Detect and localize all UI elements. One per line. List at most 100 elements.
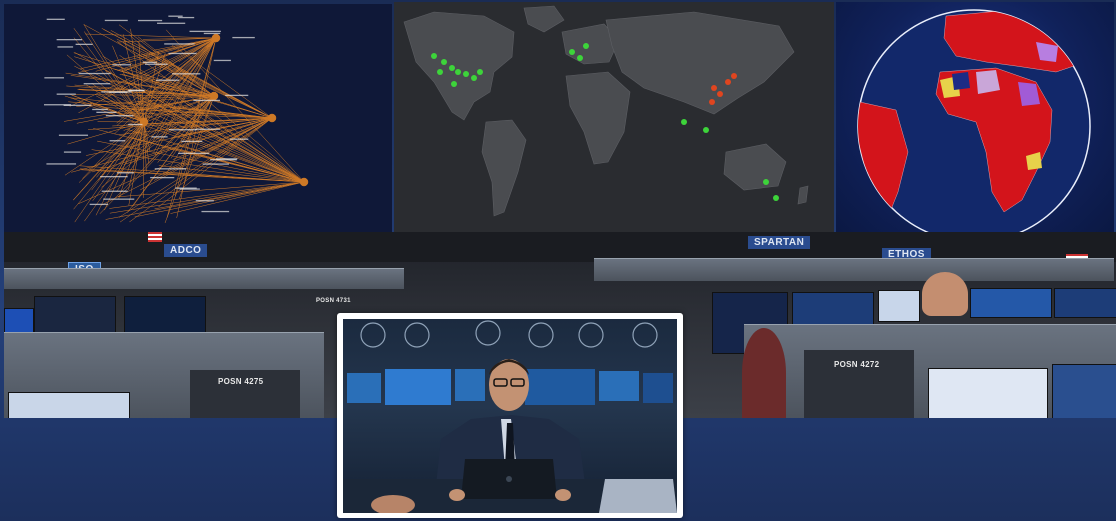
map-point xyxy=(437,69,443,75)
graph-node-label xyxy=(101,190,128,192)
map-point xyxy=(577,55,583,61)
graph-node-label xyxy=(203,32,221,35)
graph-node-label xyxy=(189,30,221,33)
graph-node-label xyxy=(181,140,203,143)
monitor xyxy=(124,296,206,334)
graph-edge xyxy=(170,181,305,214)
monitor xyxy=(970,288,1052,318)
north-africa-lilac xyxy=(976,70,1000,94)
graph-node-label xyxy=(89,203,109,206)
monitor xyxy=(34,296,116,334)
graph-node-label xyxy=(151,136,168,138)
graph-edge xyxy=(73,121,145,201)
graph-node-label xyxy=(177,16,195,19)
asia-shape xyxy=(605,11,795,115)
graph-node-label xyxy=(75,43,93,45)
west-africa-blue xyxy=(952,72,970,90)
monitor xyxy=(1054,288,1116,318)
graph-node-label xyxy=(100,175,128,178)
adco-sign: ADCO xyxy=(164,244,208,257)
graph-node-label xyxy=(44,104,72,106)
north-america-shape xyxy=(403,11,515,121)
graph-node-label xyxy=(142,61,157,64)
flag-icon xyxy=(148,232,162,242)
africa-shape xyxy=(565,71,631,165)
map-point xyxy=(451,81,457,87)
graph-node-label xyxy=(210,159,237,161)
map-point xyxy=(431,53,437,59)
graph-node-label xyxy=(195,200,214,202)
graph-node-label xyxy=(157,22,186,24)
graph-node-label xyxy=(46,18,65,20)
graph-node-label xyxy=(154,168,187,170)
map-point xyxy=(773,195,779,201)
map-point xyxy=(681,119,687,125)
graph-hub-node xyxy=(209,91,219,101)
graph-node-label xyxy=(193,99,220,102)
graph-hub-node xyxy=(267,113,277,123)
graph-node-label xyxy=(172,73,201,75)
graph-node-label xyxy=(56,93,76,95)
map-point xyxy=(717,91,723,97)
map-point xyxy=(703,127,709,133)
graph-hub-node xyxy=(211,33,221,43)
greenland-shape xyxy=(523,5,565,33)
graph-edge xyxy=(119,117,273,223)
south-america-shape xyxy=(481,119,527,217)
graph-node-label xyxy=(108,91,128,93)
map-point xyxy=(455,69,461,75)
console-row-back-left xyxy=(4,268,404,289)
graph-node-label xyxy=(201,210,230,213)
graph-node-label xyxy=(179,188,200,190)
graph-node-label xyxy=(112,64,131,66)
map-point xyxy=(711,85,717,91)
graph-node-label xyxy=(168,15,183,17)
map-point xyxy=(463,71,469,77)
graph-node-label xyxy=(169,129,197,131)
graph-edge xyxy=(132,66,305,183)
graph-node-label xyxy=(109,140,126,142)
world-map-panel xyxy=(394,2,834,234)
graph-node-label xyxy=(156,79,180,81)
map-point xyxy=(731,73,737,79)
graph-node-label xyxy=(195,128,220,130)
globe-panel xyxy=(836,2,1114,246)
executive-scene xyxy=(343,320,677,513)
graph-hub-node xyxy=(299,177,309,187)
person-head xyxy=(922,272,968,316)
monitor xyxy=(8,392,130,418)
monitor xyxy=(928,368,1048,418)
graph-node-label xyxy=(56,38,83,41)
executive-photo xyxy=(343,319,677,513)
executive-photo-frame xyxy=(337,313,683,518)
graph-node-label xyxy=(213,59,231,62)
graph-node-label xyxy=(105,115,134,117)
graph-node-label xyxy=(78,72,111,75)
graph-node-label xyxy=(92,108,108,111)
graph-node-label xyxy=(138,19,163,22)
graph-node-label xyxy=(83,83,111,85)
map-point xyxy=(477,69,483,75)
spartan-sign: SPARTAN xyxy=(748,236,811,249)
australia-shape xyxy=(723,143,787,191)
graph-node-label xyxy=(116,172,134,174)
graph-node-label xyxy=(168,52,197,55)
graph-node-label xyxy=(58,134,89,136)
map-point xyxy=(471,75,477,81)
posn-4272-label: POSN 4272 xyxy=(834,360,880,369)
graph-node-label xyxy=(225,94,249,97)
world-map xyxy=(403,5,809,217)
globe xyxy=(857,9,1091,243)
network-graph xyxy=(44,15,309,224)
graph-node-label xyxy=(44,77,65,79)
map-point xyxy=(441,59,447,65)
graph-node-label xyxy=(232,36,255,39)
graph-edge xyxy=(117,121,145,172)
map-point xyxy=(449,65,455,71)
graph-node-label xyxy=(103,198,135,200)
graph-node-label xyxy=(96,111,117,113)
graph-node-label xyxy=(46,163,77,165)
map-point xyxy=(763,179,769,185)
graph-edge xyxy=(119,55,305,183)
mission-patch xyxy=(742,328,786,418)
